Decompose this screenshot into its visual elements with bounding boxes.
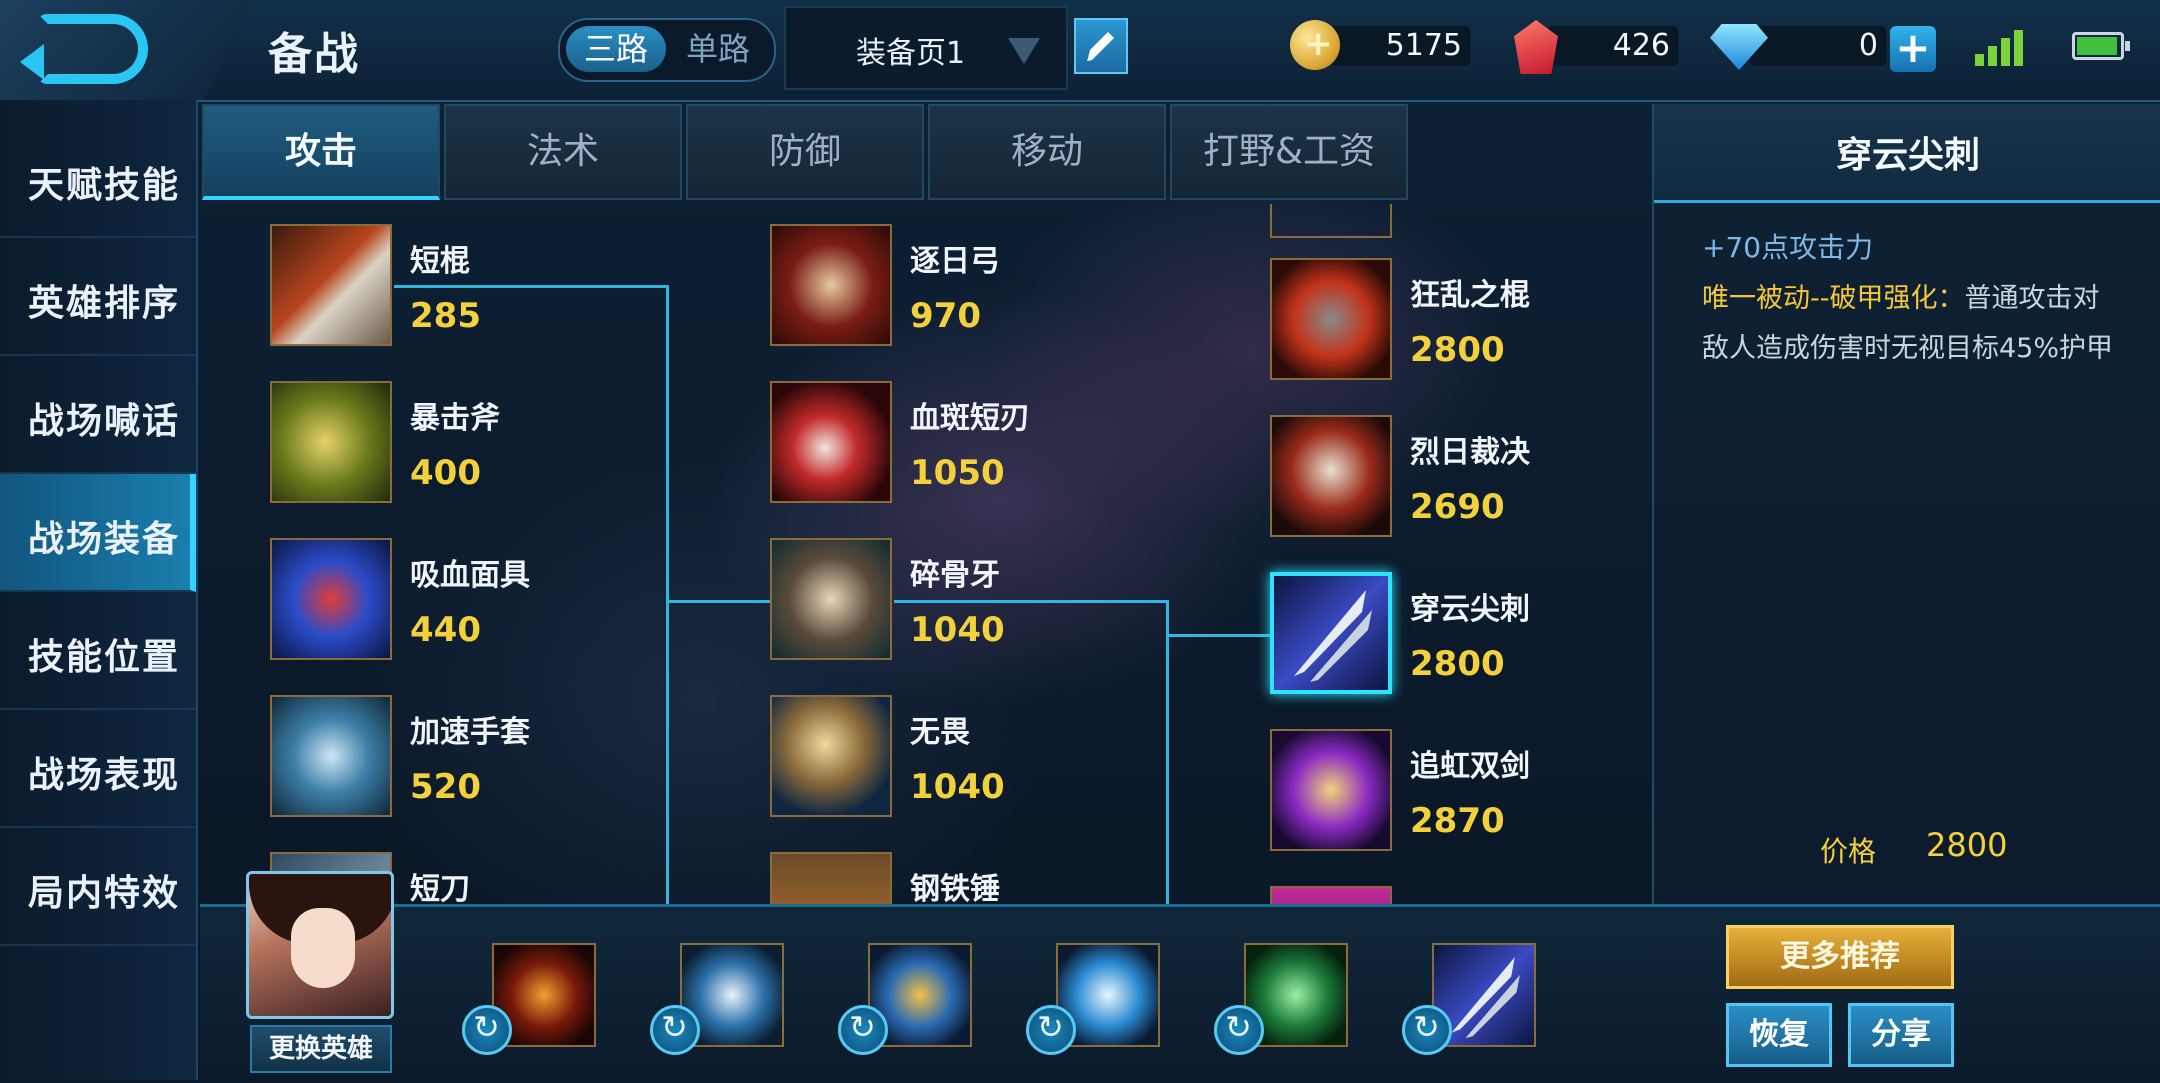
sidebar: 天赋技能 英雄排序 战场喊话 战场装备 技能位置 战场表现 局内特效 <box>0 100 198 1080</box>
equipment-tree: 短棍 285 暴击斧 400 吸血面具 440 加速手套 520 短刀 逐日弓 … <box>200 204 1650 904</box>
speed-gloves-icon <box>270 695 392 817</box>
equipment-item-selected[interactable]: 穿云尖刺 2800 <box>1270 572 1630 702</box>
equip-page-label: 装备页1 <box>856 36 966 71</box>
price-value: 2800 <box>1926 826 2008 864</box>
passive-label: 唯一被动--破甲强化： <box>1702 283 1965 314</box>
vampire-mask-icon <box>270 538 392 660</box>
mode-three-lane[interactable]: 三路 <box>566 26 666 72</box>
crystal-value: 426 <box>1612 28 1670 63</box>
sidebar-item-in-game-effects[interactable]: 局内特效 <box>0 828 196 946</box>
crit-axe-icon <box>270 381 392 503</box>
dropdown-arrow-icon <box>1008 38 1040 64</box>
detail-title: 穿云尖刺 <box>1835 135 1980 176</box>
tree-connector <box>1166 600 1169 904</box>
page-title: 备战 <box>268 29 360 80</box>
detail-description: 唯一被动--破甲强化：普通攻击对敌人造成伤害时无视目标45%护甲 <box>1702 274 2122 374</box>
bottom-bar: 更换英雄 更多推荐 恢复 分享 <box>200 871 2160 1083</box>
short-stick-icon <box>270 224 392 346</box>
sun-bow-icon <box>770 224 892 346</box>
tab-movement[interactable]: 移动 <box>928 104 1166 200</box>
equipment-item[interactable]: 吸血面具 440 <box>270 538 630 668</box>
diamond-counter: 0 <box>1710 20 1890 70</box>
swap-icon[interactable] <box>1402 1005 1452 1055</box>
equipment-item[interactable]: 碎骨牙 1040 <box>770 538 1130 668</box>
equipment-item[interactable]: 狂乱之棍 2800 <box>1270 258 1630 388</box>
share-button[interactable]: 分享 <box>1848 1003 1954 1067</box>
tree-connector <box>1166 634 1270 637</box>
equipment-item[interactable]: 暴击斧 400 <box>270 381 630 511</box>
equipment-item[interactable]: 血斑短刃 1050 <box>770 381 1130 511</box>
diamond-value: 0 <box>1858 28 1878 63</box>
detail-stat: +70点攻击力 <box>1702 231 1874 264</box>
edit-button[interactable] <box>1074 18 1128 74</box>
equipment-item[interactable]: 无畏 1040 <box>770 695 1130 825</box>
partial-item-icon <box>1270 886 1392 904</box>
gold-value: 5175 <box>1385 28 1462 63</box>
fearless-hammer-icon <box>770 695 892 817</box>
swap-icon[interactable] <box>462 1005 512 1055</box>
tab-jungle-gold[interactable]: 打野&工资 <box>1170 104 1408 200</box>
crystal-counter: 426 <box>1508 20 1678 74</box>
bone-fang-icon <box>770 538 892 660</box>
sun-judgment-icon <box>1270 415 1392 537</box>
sidebar-item-hero-order[interactable]: 英雄排序 <box>0 238 196 356</box>
restore-button[interactable]: 恢复 <box>1726 1003 1832 1067</box>
gold-counter: 5175 <box>1290 20 1470 70</box>
swap-icon[interactable] <box>1026 1005 1076 1055</box>
sidebar-item-battle-equipment[interactable]: 战场装备 <box>0 474 196 592</box>
cloud-piercer-icon <box>1270 572 1392 694</box>
top-bar: 备战 三路 单路 装备页1 5175 426 0 + <box>0 0 2160 102</box>
partial-item-icon <box>1270 204 1392 238</box>
add-diamond-button[interactable]: + <box>1890 26 1936 72</box>
price-label: 价格 <box>1820 835 1877 868</box>
sidebar-item-skill-position[interactable]: 技能位置 <box>0 592 196 710</box>
swap-icon[interactable] <box>838 1005 888 1055</box>
mode-single-lane[interactable]: 单路 <box>668 26 768 72</box>
back-button[interactable] <box>0 0 250 100</box>
equipment-item[interactable]: 逐日弓 970 <box>770 224 1130 354</box>
tab-defense[interactable]: 防御 <box>686 104 924 200</box>
equipment-item[interactable]: 短棍 285 <box>270 224 630 354</box>
steel-hammer-icon <box>770 852 892 904</box>
equipment-item[interactable]: 烈日裁决 2690 <box>1270 415 1630 545</box>
change-hero-button[interactable]: 更换英雄 <box>250 1025 392 1073</box>
sidebar-item-battle-display[interactable]: 战场表现 <box>0 710 196 828</box>
blood-blade-icon <box>770 381 892 503</box>
back-arrow-icon <box>20 14 148 84</box>
tab-attack[interactable]: 攻击 <box>202 104 440 200</box>
sidebar-item-talent[interactable]: 天赋技能 <box>0 120 196 238</box>
tree-connector <box>666 285 669 904</box>
sidebar-item-battle-chat[interactable]: 战场喊话 <box>0 356 196 474</box>
item-detail-panel: 穿云尖刺 +70点攻击力 唯一被动--破甲强化：普通攻击对敌人造成伤害时无视目标… <box>1652 104 2160 904</box>
swap-icon[interactable] <box>1214 1005 1264 1055</box>
pencil-icon <box>1087 32 1114 61</box>
hero-portrait[interactable] <box>246 871 394 1019</box>
tab-magic[interactable]: 法术 <box>444 104 682 200</box>
swap-icon[interactable] <box>650 1005 700 1055</box>
tree-connector <box>666 600 770 603</box>
frenzy-stick-icon <box>1270 258 1392 380</box>
equip-page-dropdown[interactable]: 装备页1 <box>784 6 1068 90</box>
category-tabs: 攻击 法术 防御 移动 打野&工资 <box>202 104 1410 200</box>
lane-mode-toggle[interactable]: 三路 单路 <box>558 18 776 82</box>
twin-swords-icon <box>1270 729 1392 851</box>
equipment-item[interactable]: 加速手套 520 <box>270 695 630 825</box>
signal-icon <box>1975 28 2035 66</box>
equipment-item[interactable]: 钢铁锤 <box>770 852 1130 904</box>
battery-icon <box>2072 32 2130 60</box>
more-recommendations-button[interactable]: 更多推荐 <box>1726 925 1954 989</box>
detail-header: 穿云尖刺 <box>1654 104 2160 203</box>
equipment-item[interactable]: 追虹双剑 2870 <box>1270 729 1630 859</box>
